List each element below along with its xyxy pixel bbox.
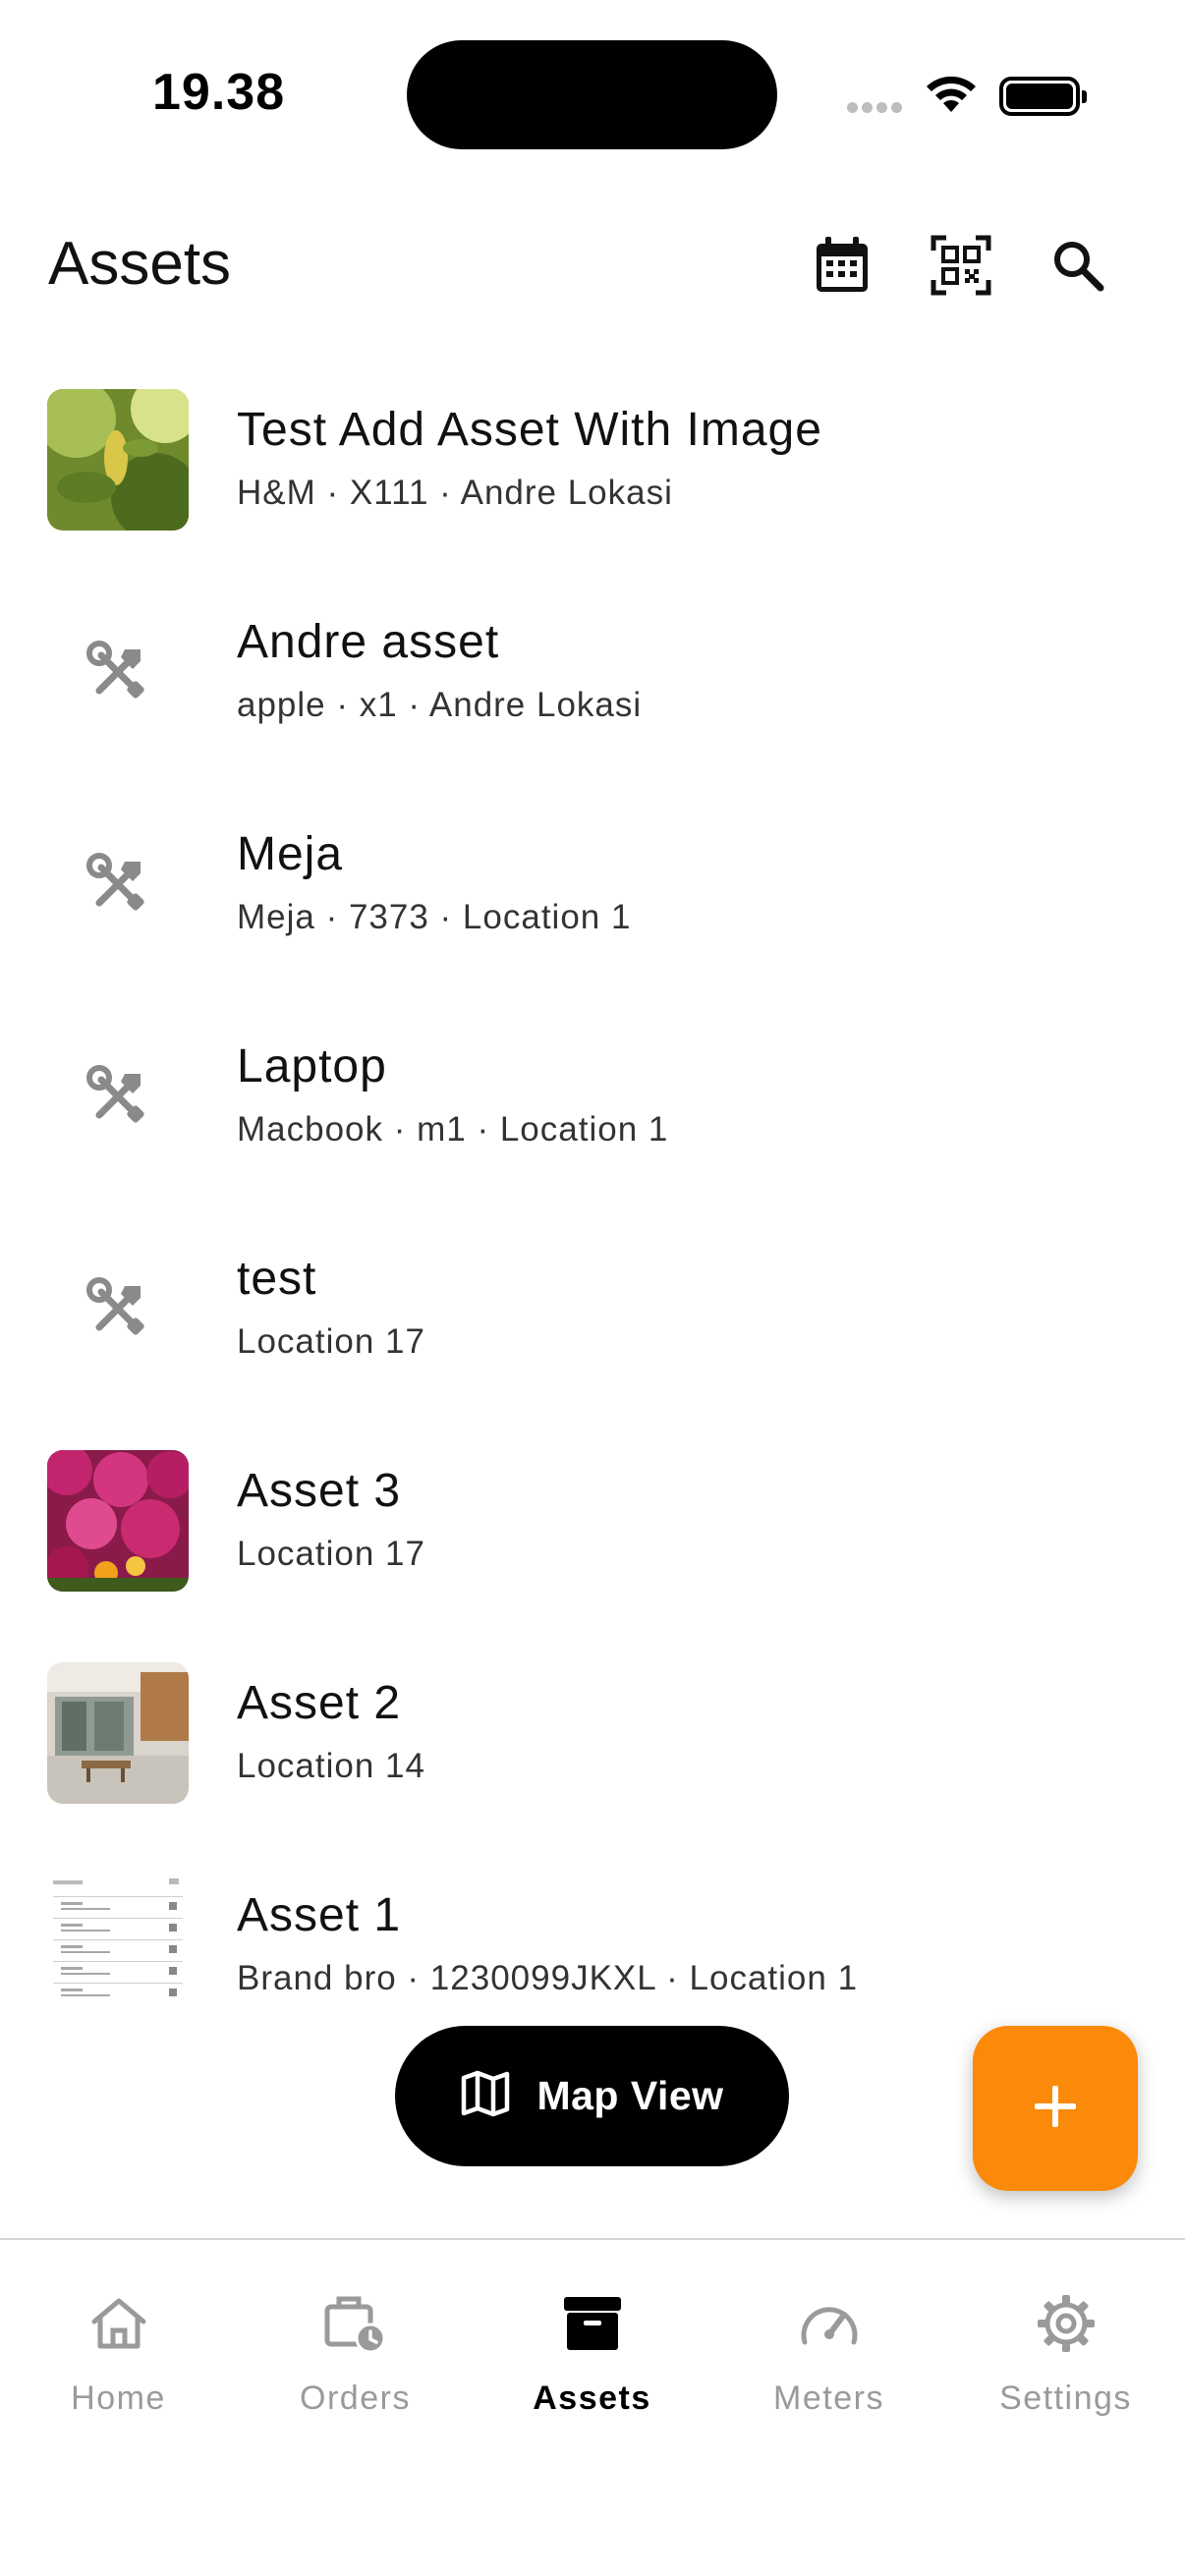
map-view-button[interactable]: Map View — [395, 2026, 789, 2166]
map-icon — [460, 2070, 511, 2122]
status-bar: 19.38 — [0, 0, 1185, 187]
battery-icon — [999, 77, 1087, 116]
asset-list-item[interactable]: Laptop Macbook · m1 · Location 1 — [0, 1012, 1185, 1189]
asset-details: Brand bro · 1230099JKXL · Location 1 — [237, 1959, 859, 1997]
nav-item-meters[interactable]: Meters — [710, 2289, 947, 2436]
archive-icon — [558, 2289, 627, 2358]
cellular-signal-icon — [847, 100, 906, 118]
asset-details: Meja · 7373 · Location 1 — [237, 898, 632, 936]
asset-name: Asset 2 — [237, 1677, 402, 1729]
tools-icon — [47, 1026, 189, 1167]
gear-icon — [1032, 2289, 1100, 2358]
calendar-icon[interactable] — [808, 231, 876, 300]
page-title: Assets — [48, 230, 232, 298]
asset-list-item[interactable]: Andre asset apple · x1 · Andre Lokasi — [0, 588, 1185, 764]
asset-list-item[interactable]: test Location 17 — [0, 1224, 1185, 1401]
add-asset-button[interactable] — [973, 2026, 1138, 2191]
nav-label-assets: Assets — [533, 2380, 651, 2417]
map-view-label: Map View — [536, 2073, 724, 2118]
asset-list-item[interactable]: Asset 2 Location 14 — [0, 1649, 1185, 1825]
bottom-navigation: Home Orders Assets Meters Settings — [0, 2238, 1185, 2576]
asset-list-item[interactable]: Test Add Asset With Image H&M · X111 · A… — [0, 375, 1185, 552]
nav-label-orders: Orders — [300, 2380, 411, 2417]
orders-icon — [321, 2289, 390, 2358]
tools-icon — [47, 601, 189, 743]
nav-label-meters: Meters — [773, 2380, 884, 2417]
tools-icon — [47, 813, 189, 955]
app-header: Assets — [0, 211, 1185, 319]
asset-details: Location 17 — [237, 1322, 425, 1361]
asset-name: Test Add Asset With Image — [237, 404, 822, 456]
asset-name: Asset 1 — [237, 1889, 402, 1941]
asset-thumbnail-photo — [47, 1662, 189, 1804]
asset-details: apple · x1 · Andre Lokasi — [237, 686, 643, 724]
home-icon — [85, 2289, 153, 2358]
asset-thumbnail-photo — [47, 1450, 189, 1592]
nav-item-settings[interactable]: Settings — [947, 2289, 1184, 2436]
asset-details: Location 14 — [237, 1747, 425, 1785]
asset-name: test — [237, 1253, 317, 1305]
asset-list-item[interactable]: Asset 3 Location 17 — [0, 1436, 1185, 1613]
nav-item-assets[interactable]: Assets — [474, 2289, 710, 2436]
gauge-icon — [795, 2289, 864, 2358]
wifi-icon — [924, 73, 979, 121]
asset-list-item[interactable]: Meja Meja · 7373 · Location 1 — [0, 800, 1185, 977]
asset-name: Asset 3 — [237, 1465, 402, 1517]
asset-list-item[interactable]: Asset 1 Brand bro · 1230099JKXL · Locati… — [0, 1861, 1185, 2038]
status-time: 19.38 — [152, 64, 286, 121]
tools-icon — [47, 1238, 189, 1379]
asset-thumbnail-photo — [47, 389, 189, 531]
asset-details: H&M · X111 · Andre Lokasi — [237, 474, 673, 512]
asset-name: Meja — [237, 828, 344, 880]
dynamic-island — [407, 40, 777, 149]
nav-label-settings: Settings — [999, 2380, 1132, 2417]
asset-details: Location 17 — [237, 1535, 425, 1573]
nav-item-home[interactable]: Home — [0, 2289, 237, 2436]
search-icon[interactable] — [1044, 231, 1112, 300]
qr-code-icon[interactable] — [927, 231, 995, 300]
asset-name: Andre asset — [237, 616, 500, 668]
nav-label-home: Home — [71, 2380, 166, 2417]
plus-icon — [1031, 2082, 1080, 2136]
asset-details: Macbook · m1 · Location 1 — [237, 1110, 669, 1148]
asset-thumbnail-photo — [47, 1875, 189, 2016]
nav-item-orders[interactable]: Orders — [237, 2289, 474, 2436]
asset-name: Laptop — [237, 1040, 387, 1092]
